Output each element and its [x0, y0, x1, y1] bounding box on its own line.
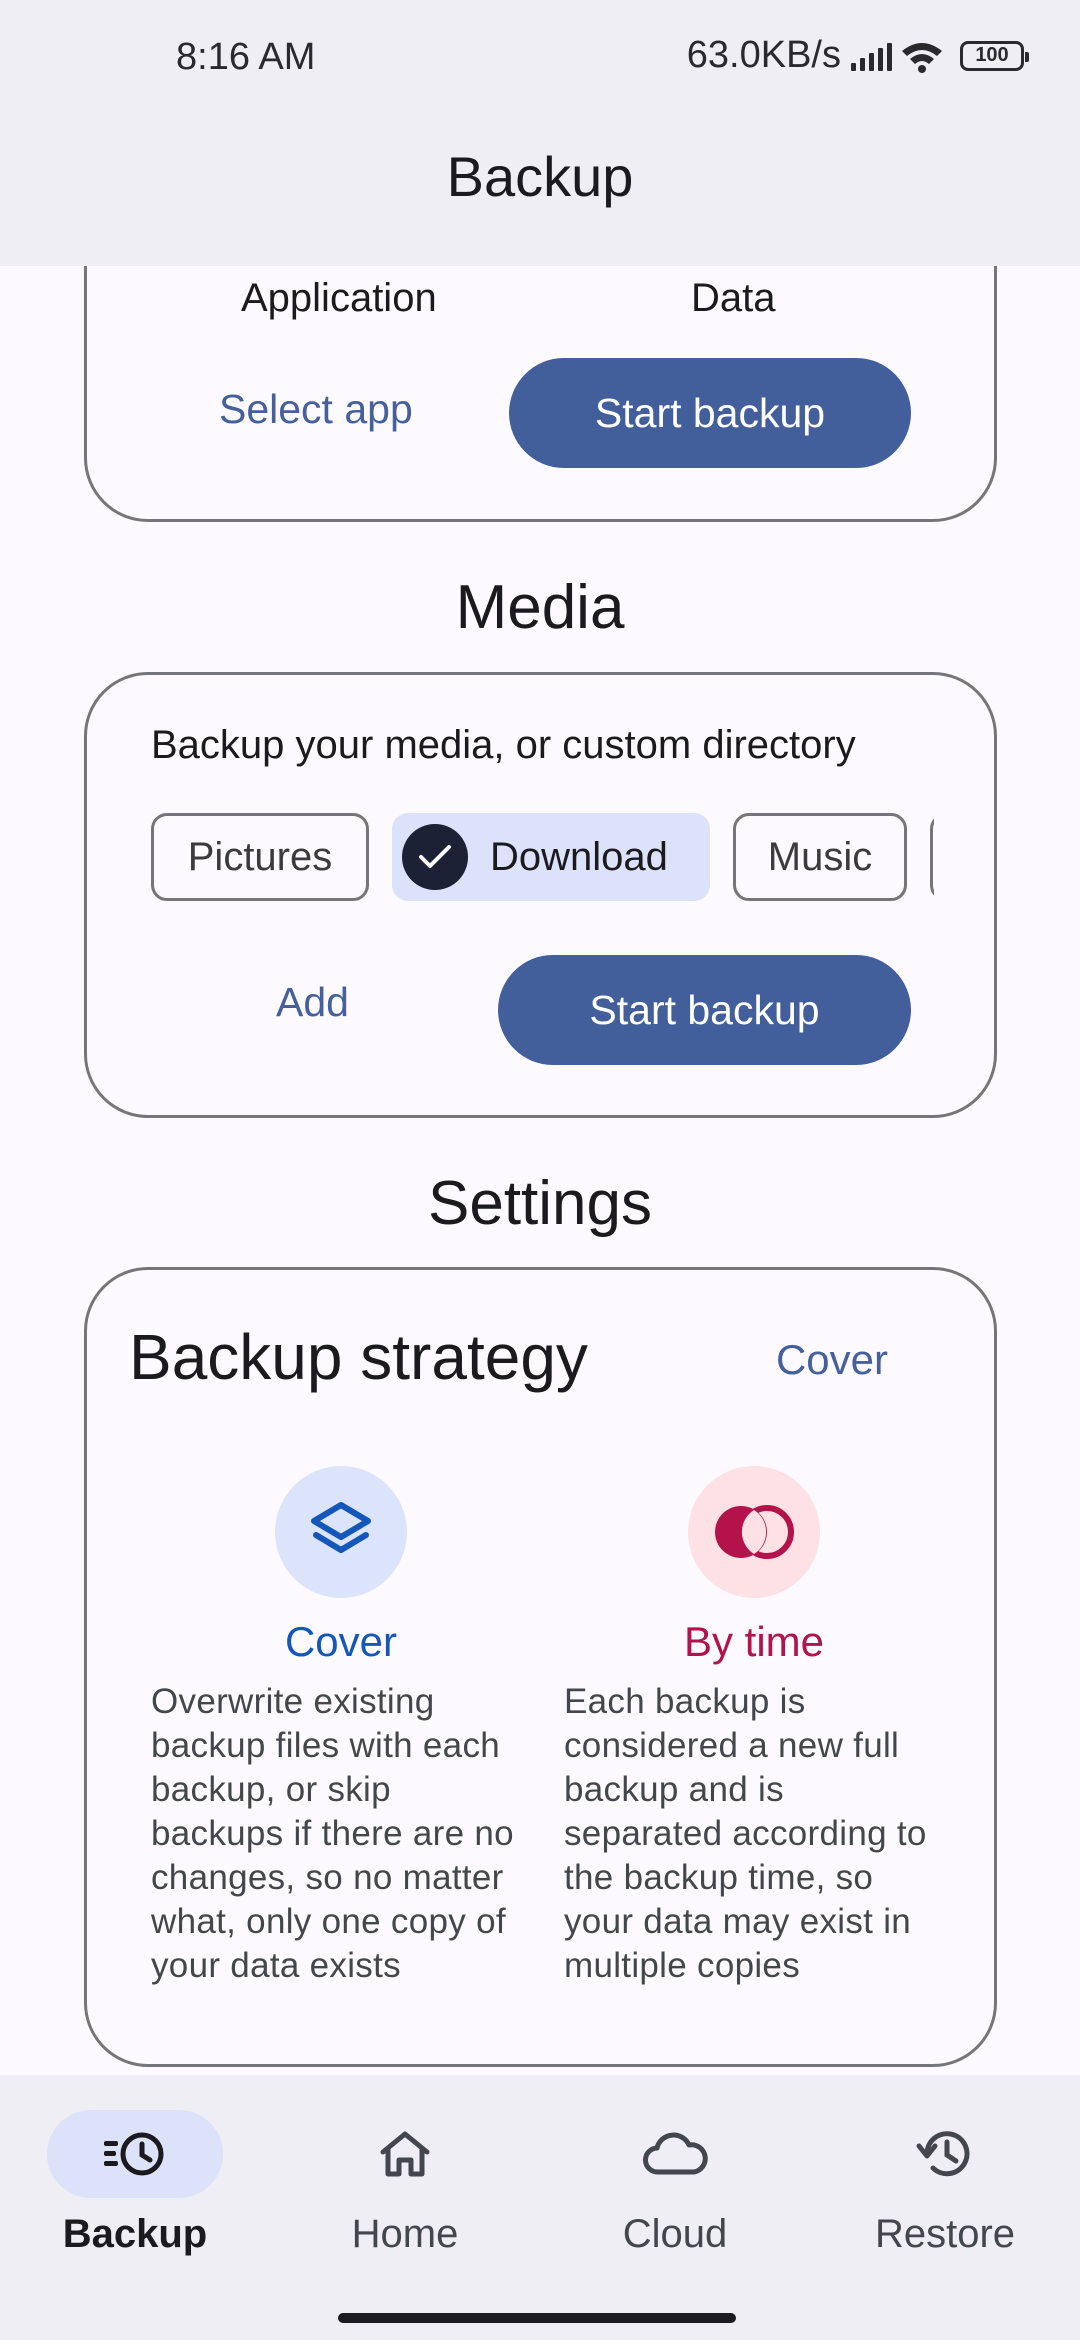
option-description: Each backup is considered a new full bac… — [564, 1682, 927, 1985]
column-header-data: Data — [691, 276, 776, 320]
option-label: By time — [683, 1618, 825, 1665]
settings-card: Backup strategy Cover Cover Overwrite ex… — [84, 1267, 997, 2067]
select-app-button[interactable]: Select app — [219, 386, 413, 433]
cloud-icon — [587, 2110, 763, 2198]
signal-icon — [851, 41, 892, 71]
media-description: Backup your media, or custom directory — [151, 723, 856, 767]
media-card: Backup your media, or custom directory P… — [84, 672, 997, 1118]
backup-strategy-value[interactable]: Cover — [776, 1336, 888, 1384]
media-chip-list[interactable]: Pictures Download Music — [151, 813, 934, 903]
battery-level: 100 — [975, 44, 1009, 66]
nav-label: Backup — [62, 2212, 208, 2256]
nav-label: Restore — [874, 2212, 1016, 2256]
chip-music[interactable]: Music — [733, 813, 907, 901]
chip-label: Music — [767, 834, 873, 879]
nav-item-home[interactable]: Home — [270, 2110, 540, 2257]
check-icon — [402, 824, 468, 890]
page-title: Backup — [446, 145, 634, 208]
nav-item-cloud[interactable]: Cloud — [540, 2110, 810, 2257]
overlapping-circles-icon — [688, 1466, 820, 1598]
strategy-option-by-time[interactable]: By time Each backup is considered a new … — [564, 1466, 944, 1988]
nav-label: Cloud — [622, 2212, 728, 2256]
nav-label: Home — [351, 2212, 459, 2256]
nav-item-backup[interactable]: Backup — [0, 2110, 270, 2257]
backup-strategy-title: Backup strategy — [129, 1321, 588, 1393]
media-section-title: Media — [455, 573, 625, 642]
layers-icon — [275, 1466, 407, 1598]
battery-icon: 100 — [960, 40, 1029, 71]
strategy-option-cover[interactable]: Cover Overwrite existing backup files wi… — [151, 1466, 531, 1988]
restore-icon — [857, 2110, 1033, 2198]
status-indicators: 63.0KB/s 100 — [686, 34, 1029, 77]
option-description: Overwrite existing backup files with eac… — [151, 1682, 514, 1985]
chip-label: Download — [490, 834, 668, 879]
chip-label: Pictures — [187, 834, 333, 879]
top-bar: 8:16 AM 63.0KB/s 100 Backup — [0, 0, 1080, 266]
settings-section-title: Settings — [427, 1169, 653, 1238]
column-header-application: Application — [241, 276, 437, 320]
chip-download[interactable]: Download — [392, 813, 710, 901]
home-icon — [317, 2110, 493, 2198]
status-time: 8:16 AM — [176, 36, 316, 78]
add-directory-button[interactable]: Add — [276, 979, 349, 1026]
screen: 8:16 AM 63.0KB/s 100 Backup Application … — [0, 0, 1080, 2340]
start-backup-media-button[interactable]: Start backup — [498, 955, 911, 1065]
backup-history-icon — [47, 2110, 223, 2198]
start-backup-app-button[interactable]: Start backup — [509, 358, 911, 468]
wifi-icon — [902, 42, 942, 73]
bottom-navigation: Backup Home Cloud Restore — [0, 2075, 1080, 2340]
nav-item-restore[interactable]: Restore — [810, 2110, 1080, 2257]
option-label: Cover — [284, 1618, 398, 1665]
gesture-home-indicator[interactable] — [338, 2313, 736, 2323]
network-speed: 63.0KB/s — [686, 34, 841, 76]
chip-pictures[interactable]: Pictures — [151, 813, 369, 901]
chip-next-partial[interactable] — [930, 813, 934, 901]
